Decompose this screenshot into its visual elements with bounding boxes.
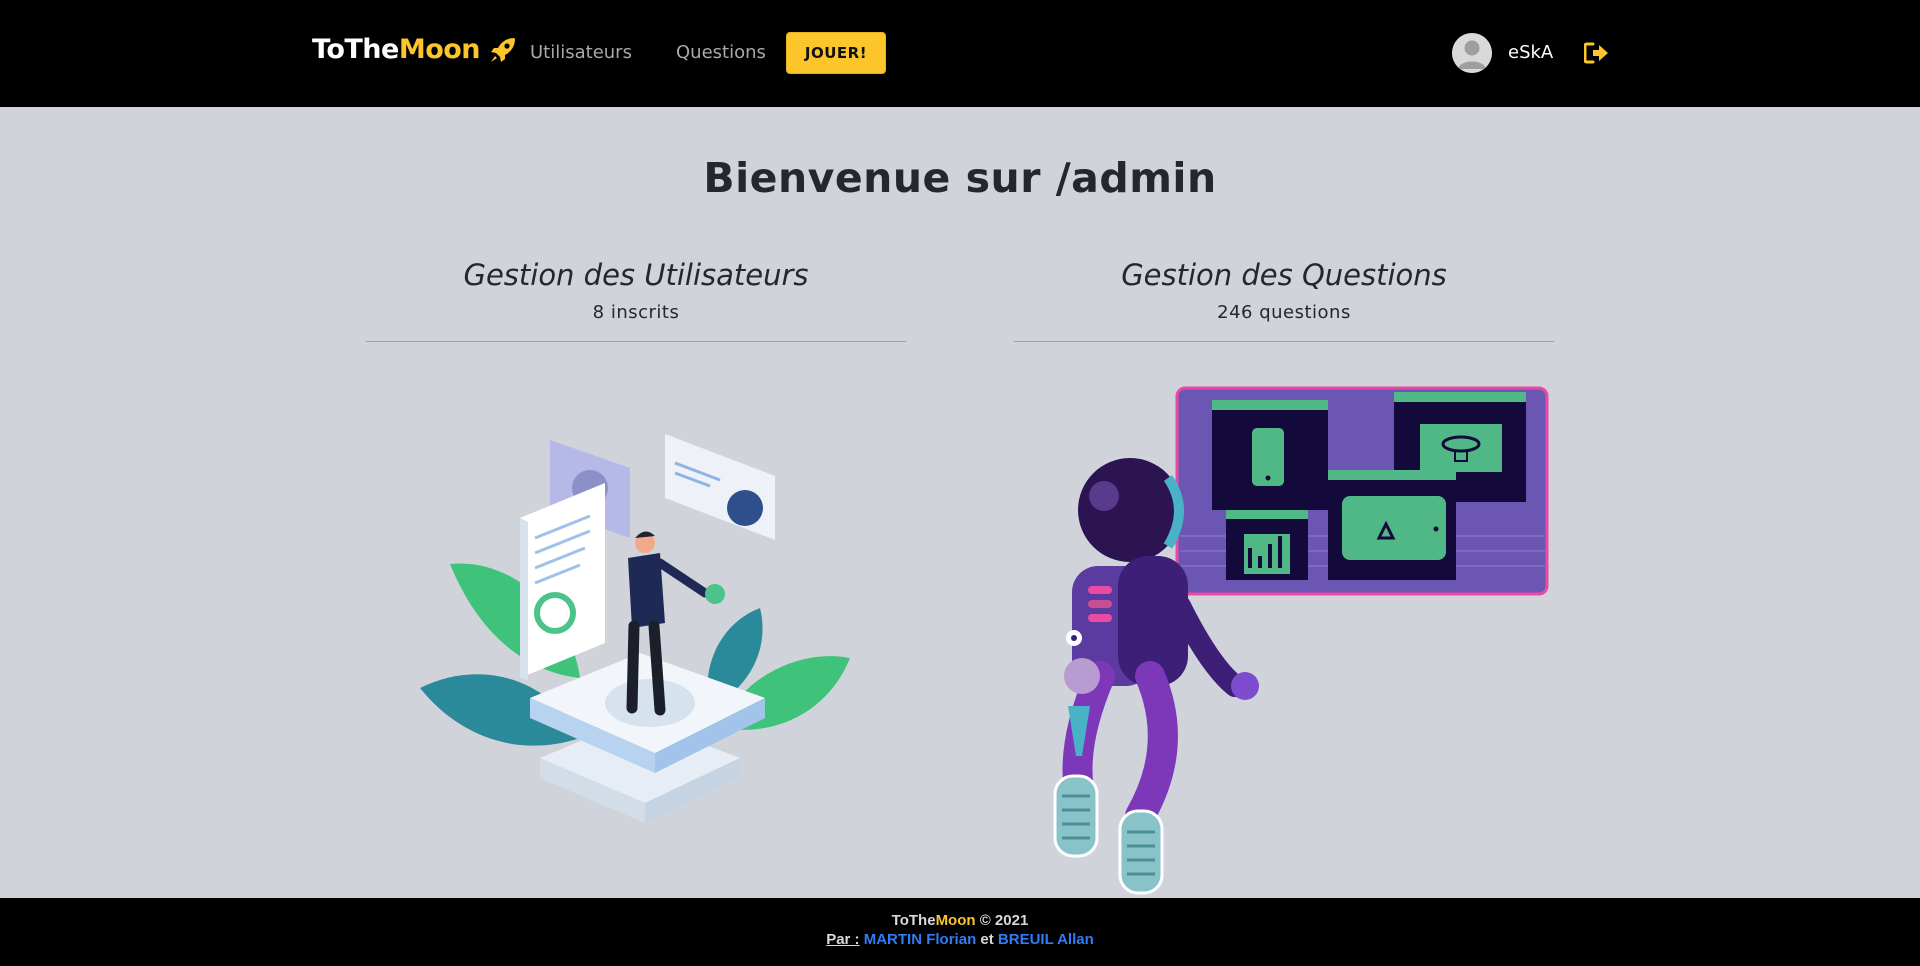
questions-management-illustration[interactable] — [1030, 386, 1550, 898]
users-section-title[interactable]: Gestion des Utilisateurs — [366, 258, 906, 292]
users-count: 8 inscrits — [592, 302, 680, 323]
brand-logo[interactable]: ToThe Moon — [312, 34, 518, 65]
users-divider — [366, 341, 906, 342]
nav-link-users[interactable]: Utilisateurs — [530, 42, 632, 63]
logout-icon[interactable] — [1584, 42, 1610, 64]
rocket-icon — [491, 37, 516, 62]
users-management-illustration[interactable] — [420, 428, 856, 828]
questions-divider — [1014, 341, 1554, 342]
page-title: Bienvenue sur /admin — [703, 154, 1217, 202]
username[interactable]: eSkA — [1508, 42, 1553, 63]
footer-copyright: ToTheMoon © 2021 — [0, 912, 1920, 929]
avatar-icon[interactable] — [1452, 33, 1492, 73]
footer-by-label: Par : — [826, 931, 860, 948]
author-link-breuil[interactable]: BREUIL Allan — [998, 931, 1094, 948]
play-button[interactable]: JOUER! — [786, 32, 886, 74]
footer-brand-part1: ToThe — [891, 912, 936, 929]
brand-part1: ToThe — [312, 34, 399, 65]
footer-credits: Par : MARTIN Florian et BREUIL Allan — [0, 931, 1920, 948]
footer-copyright-year: © 2021 — [975, 912, 1029, 929]
nav-link-questions[interactable]: Questions — [676, 42, 766, 63]
questions-count: 246 questions — [1217, 302, 1351, 323]
footer: ToTheMoon © 2021 Par : MARTIN Florian et… — [0, 898, 1920, 966]
brand-part2: Moon — [398, 34, 481, 65]
navbar: ToThe Moon Utilisateurs Questions JOUER! … — [0, 0, 1920, 107]
questions-section-title[interactable]: Gestion des Questions — [1014, 258, 1554, 292]
author-link-martin[interactable]: MARTIN Florian — [864, 931, 977, 948]
footer-brand-part2: Moon — [935, 912, 976, 929]
footer-and: et — [976, 931, 998, 948]
